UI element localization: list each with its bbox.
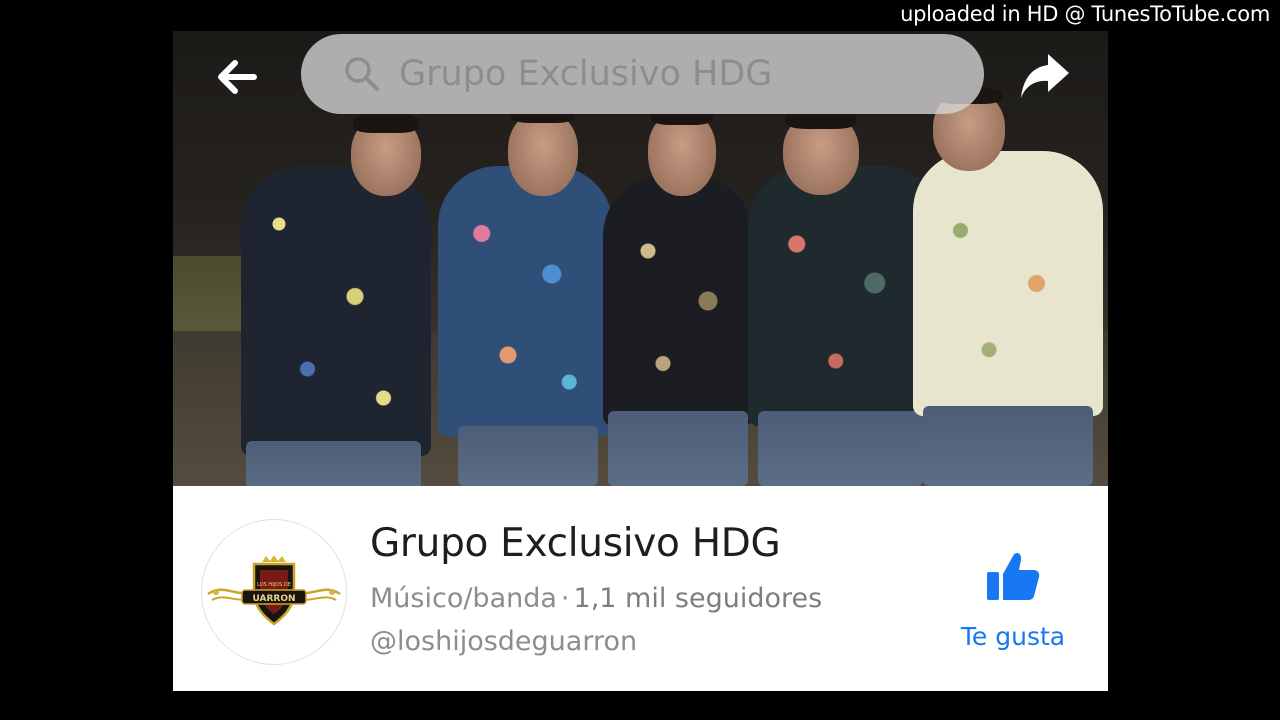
search-icon xyxy=(343,54,383,94)
cover-photo[interactable]: Grupo Exclusivo HDG xyxy=(173,31,1108,486)
like-button[interactable]: Te gusta xyxy=(943,548,1083,658)
follower-count[interactable]: 1,1 mil seguidores xyxy=(574,583,823,614)
page-meta: Músico/banda · 1,1 mil seguidores xyxy=(370,583,822,614)
band-logo-icon: UARRON LOS HIJOS DE xyxy=(207,555,341,626)
svg-text:UARRON: UARRON xyxy=(252,594,295,604)
meta-separator: · xyxy=(560,583,570,614)
cover-person-5 xyxy=(903,76,1108,486)
svg-text:LOS HIJOS DE: LOS HIJOS DE xyxy=(257,582,291,588)
watermark-text: uploaded in HD @ TunesToTube.com xyxy=(900,2,1270,26)
search-bar[interactable]: Grupo Exclusivo HDG xyxy=(301,34,984,114)
back-button[interactable] xyxy=(213,57,261,97)
page-category: Músico/banda xyxy=(370,583,557,614)
like-button-label: Te gusta xyxy=(960,622,1066,651)
page-screenshot-frame: Grupo Exclusivo HDG UARRON LOS HIJOS DE … xyxy=(173,31,1108,691)
page-info-section: UARRON LOS HIJOS DE Grupo Exclusivo HDG … xyxy=(173,486,1108,691)
share-arrow-icon xyxy=(1021,54,1069,98)
thumbs-up-icon xyxy=(987,552,1040,600)
cover-person-1 xyxy=(221,101,451,486)
search-text: Grupo Exclusivo HDG xyxy=(399,54,773,94)
arrow-left-icon xyxy=(218,60,257,94)
page-title: Grupo Exclusivo HDG xyxy=(370,521,781,566)
page-username: @loshijosdeguarron xyxy=(370,626,638,657)
profile-avatar[interactable]: UARRON LOS HIJOS DE xyxy=(201,519,347,665)
share-button[interactable] xyxy=(1016,47,1074,105)
